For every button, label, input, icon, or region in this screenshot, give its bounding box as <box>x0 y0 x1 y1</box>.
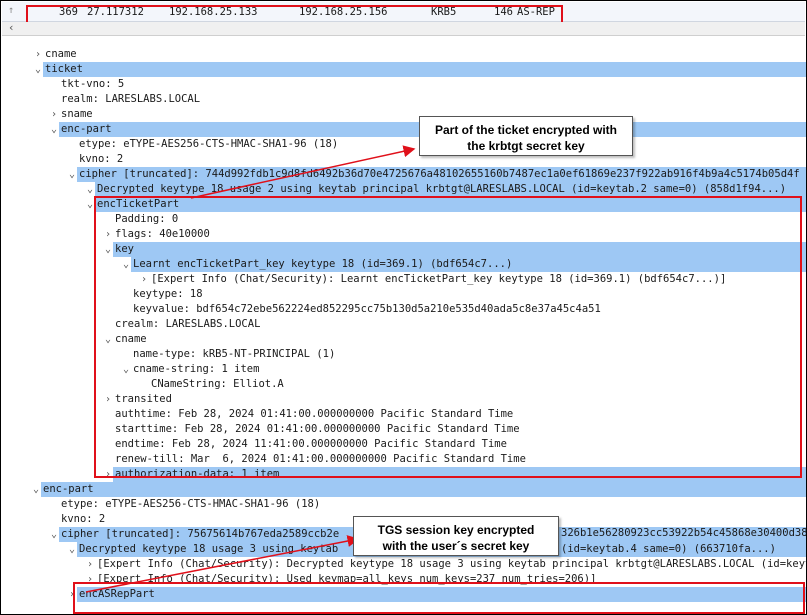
decrypted-tail-text: (id=keytab.4 same=0) (663710fa...) <box>561 543 776 555</box>
callout-bottom-line1: TGS session key encrypted <box>377 523 535 537</box>
top-annotation-arrow <box>190 145 416 199</box>
cipher-tail-text: 326b1e56280923cc53922b54c45868e30400d381… <box>561 527 807 539</box>
session-key-callout: TGS session key encrypted with the user´… <box>353 516 559 556</box>
callout-top-line2: the krbtgt secret key <box>467 139 585 153</box>
wireshark-window: ↑ 369 27.117312 192.168.25.133 192.168.2… <box>0 0 807 615</box>
ticket-encryption-callout: Part of the ticket encrypted with the kr… <box>419 116 633 156</box>
callout-bottom-line2: with the user´s secret key <box>382 539 530 553</box>
bottom-annotation-arrow <box>85 535 360 593</box>
callout-top-line1: Part of the ticket encrypted with <box>434 123 618 137</box>
